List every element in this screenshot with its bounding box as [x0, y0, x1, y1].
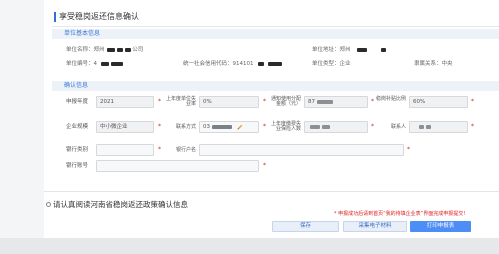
bottom-bar — [0, 238, 499, 254]
allocated-amount-label: 通知使用分配金额（元） — [270, 95, 301, 107]
redaction-mark — [116, 47, 123, 52]
enterprise-scale-value: 中小微企业 — [100, 124, 128, 130]
basic-info-section-title: 单位基本信息 — [64, 30, 101, 37]
bank-account-name-label: 银行户名 — [175, 146, 196, 153]
redaction-mark — [426, 124, 431, 129]
unit-code-label: 单位编号： — [66, 61, 94, 67]
unit-name-value-end: 公司 — [132, 47, 144, 53]
affiliation-row: 隶属关系：中央 — [414, 61, 453, 68]
pencil-icon[interactable] — [237, 124, 243, 130]
confirm-info-section-title: 确认信息 — [64, 82, 89, 89]
unit-address-label: 单位地址： — [312, 47, 340, 53]
required-mark: * — [471, 98, 474, 105]
redaction-mark — [267, 61, 282, 66]
redaction-mark — [212, 124, 232, 129]
required-mark: * — [158, 146, 161, 153]
confirm-info-section-band — [52, 81, 499, 91]
unit-code-value: 4 — [93, 61, 98, 67]
unit-type-value: 企业 — [339, 61, 351, 67]
form-divider — [44, 191, 499, 192]
redaction-mark — [111, 61, 124, 66]
allocated-amount-value: 87 — [308, 99, 315, 105]
required-mark: * — [407, 146, 410, 153]
required-mark: * — [471, 123, 474, 130]
agree-text[interactable]: 请认真阅读河南省稳岗返还政策确认信息 — [53, 200, 188, 209]
unemployment-rate-field[interactable]: 0% — [199, 96, 259, 108]
credit-code-label: 统一社会信用代码： — [183, 61, 233, 67]
unit-name-value: 郑州 — [93, 47, 105, 53]
unit-name-row: 单位名称：郑州 公司 — [66, 47, 143, 54]
subsidy-ratio-label: 稳岗补贴比例 — [376, 95, 407, 102]
page-title: 享受稳岗返还信息确认 — [59, 12, 139, 21]
declare-year-value: 2021 — [100, 99, 114, 105]
submit-notice: * 申报成功后请到首页“我的待填企业表”界面完成申报提交! — [334, 211, 466, 217]
contact-method-value: 03 — [203, 124, 210, 130]
title-divider — [52, 26, 499, 27]
agree-radio[interactable] — [46, 202, 51, 207]
affiliation-label: 隶属关系： — [414, 61, 442, 67]
enterprise-scale-field[interactable]: 中小微企业 — [96, 121, 154, 133]
bank-account-number-field[interactable] — [96, 160, 259, 172]
unit-address-value: 郑州 — [339, 47, 351, 53]
contact-method-label: 联系方式 — [175, 123, 196, 130]
bank-account-name-field[interactable] — [199, 144, 404, 156]
required-mark: * — [371, 98, 374, 105]
redaction-mark — [106, 47, 115, 52]
declare-year-label: 申报年度 — [66, 99, 89, 105]
required-mark: * — [371, 123, 374, 130]
required-mark: * — [263, 98, 266, 105]
contact-person-field[interactable] — [409, 121, 468, 133]
redaction-mark — [124, 47, 131, 52]
unit-type-row: 单位类型：企业 — [312, 61, 351, 68]
required-mark: * — [158, 98, 161, 105]
redaction-mark — [317, 99, 333, 104]
contact-method-field[interactable]: 03 — [199, 121, 259, 133]
save-button[interactable]: 保存 — [272, 221, 339, 232]
subsidy-ratio-field[interactable]: 60% — [409, 96, 468, 108]
unit-type-label: 单位类型： — [312, 61, 340, 67]
allocated-amount-field[interactable]: 87 — [304, 96, 368, 108]
insured-count-label: 上年度缴费失业保险人数 — [270, 120, 301, 132]
redaction-mark — [310, 124, 320, 129]
redaction-mark — [356, 47, 367, 52]
print-form-button[interactable]: 打印申报表 — [410, 221, 471, 232]
basic-info-section-band — [52, 29, 499, 39]
collect-materials-button[interactable]: 采集电子材料 — [343, 221, 407, 232]
bank-account-number-label: 银行账号 — [66, 163, 89, 169]
redaction-mark — [322, 124, 330, 129]
credit-code-value: 914101 — [232, 61, 254, 67]
redaction-mark — [419, 124, 424, 129]
unit-code-row: 单位编号：4 — [66, 61, 124, 68]
redaction-mark — [101, 61, 110, 66]
required-mark: * — [263, 123, 266, 130]
title-accent-bar — [54, 12, 56, 22]
declare-year-field[interactable]: 2021 — [96, 96, 154, 108]
unit-address-row: 单位地址：郑州 — [312, 47, 386, 54]
unemployment-rate-label: 上年度单位失业率 — [166, 95, 197, 107]
unemployment-rate-value: 0% — [203, 99, 212, 105]
contact-person-label: 联系人 — [390, 123, 406, 130]
affiliation-value: 中央 — [441, 61, 453, 67]
redaction-mark — [257, 61, 264, 66]
subsidy-ratio-value: 60% — [413, 99, 426, 105]
bank-type-label: 银行类别 — [66, 147, 89, 153]
unit-name-label: 单位名称： — [66, 47, 94, 53]
redaction-mark — [380, 47, 386, 52]
required-mark: * — [263, 162, 266, 169]
required-mark: * — [158, 123, 161, 130]
bank-type-field[interactable] — [96, 144, 154, 156]
credit-code-row: 统一社会信用代码：914101 — [183, 61, 282, 68]
enterprise-scale-label: 企业规模 — [66, 124, 89, 130]
insured-count-field[interactable] — [304, 121, 368, 133]
